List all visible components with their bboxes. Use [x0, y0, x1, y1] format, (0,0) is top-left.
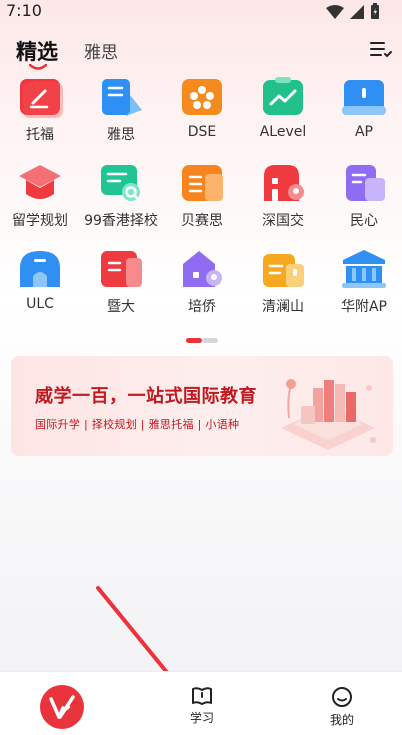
grid-label: 留学规划: [12, 213, 68, 229]
page-indicator-active: [186, 338, 202, 343]
status-bar: 7:10: [0, 0, 402, 24]
tab-featured[interactable]: 精选: [16, 36, 58, 66]
nav-me-label: 我的: [329, 713, 354, 727]
grid-item-alevel[interactable]: ALevel: [243, 76, 323, 156]
grid-label: DSE: [187, 124, 217, 140]
grid-item-dse[interactable]: DSE: [162, 76, 242, 156]
home-logo-button[interactable]: [40, 685, 84, 729]
tab-ielts[interactable]: 雅思: [84, 38, 118, 63]
grid-label: 暨大: [107, 299, 135, 315]
battery-icon: [371, 3, 379, 19]
grid-label: 民心: [350, 213, 378, 229]
grid-label: 雅思: [107, 127, 135, 143]
grid-label: 托福: [26, 127, 54, 143]
toefl-pen-icon: [17, 76, 63, 118]
status-time: 7:10: [6, 1, 42, 20]
promo-banner[interactable]: 威学一百，一站式国际教育 国际升学 | 择校规划 | 雅思托福 | 小语种: [11, 356, 393, 456]
temple-icon: [341, 248, 387, 290]
grid-item-ielts[interactable]: 雅思: [81, 76, 161, 156]
grid-item-qinglanshan[interactable]: 清澜山: [243, 248, 323, 328]
hk-flower-icon: [179, 76, 225, 118]
status-icons: [326, 3, 380, 20]
grid-item-peiqiao[interactable]: 培侨: [162, 248, 242, 328]
grid-label: ULC: [26, 296, 54, 312]
grid-item-toefl[interactable]: 托福: [0, 76, 80, 156]
page-indicator: [186, 338, 218, 344]
page-indicator-dot: [202, 338, 218, 343]
grid-label: AP: [354, 124, 374, 140]
mountain-school-icon: [260, 248, 306, 290]
building-doc-icon: [341, 162, 387, 204]
tab-active-indicator: [29, 64, 47, 70]
arch-building-icon: [17, 248, 63, 290]
chart-trend-icon: [260, 76, 306, 118]
grid-label: 华附AP: [340, 299, 388, 315]
filter-list-icon[interactable]: [368, 38, 392, 62]
grid-label: 深国交: [262, 213, 304, 229]
nav-me[interactable]: 我的: [322, 686, 362, 728]
grid-item-study-plan[interactable]: 留学规划: [0, 162, 80, 242]
nav-study[interactable]: 学习: [182, 686, 222, 726]
header: 精选 雅思: [0, 30, 402, 70]
school-location-icon: [260, 162, 306, 204]
study-book-icon: [192, 687, 212, 705]
books-illustration-icon: [281, 379, 376, 450]
school-search-icon: [98, 162, 144, 204]
grid-item-sgj[interactable]: 深国交: [243, 162, 323, 242]
banner-title: 威学一百，一站式国际教育: [35, 386, 257, 407]
grid-item-minxin[interactable]: 民心: [324, 162, 402, 242]
grid-label: 清澜山: [262, 299, 304, 315]
graduation-cap-icon: [17, 162, 63, 204]
building-icon: [179, 162, 225, 204]
grid-label: 99香港择校: [84, 213, 158, 229]
grid-item-ulc[interactable]: ULC: [0, 248, 80, 328]
grid-item-jinan[interactable]: 暨大: [81, 248, 161, 328]
grid-item-basis[interactable]: 贝赛思: [162, 162, 242, 242]
grid-item-huafu-ap[interactable]: 华附AP: [324, 248, 402, 328]
open-book-icon: [341, 76, 387, 118]
university-icon: [98, 248, 144, 290]
ielts-book-icon: [98, 76, 144, 118]
house-location-icon: [179, 248, 225, 290]
nav-study-label: 学习: [189, 711, 214, 725]
bottom-nav: 学习 我的: [0, 671, 402, 735]
smiley-profile-icon: [332, 687, 352, 707]
signal-icon: [350, 4, 364, 19]
grid-item-hk-school[interactable]: 99香港择校: [81, 162, 161, 242]
wifi-icon: [326, 4, 344, 19]
grid-label: ALevel: [259, 124, 307, 140]
grid-item-ap[interactable]: AP: [324, 76, 402, 156]
grid-label: 培侨: [188, 299, 216, 315]
grid-label: 贝赛思: [181, 213, 223, 229]
banner-subtitle: 国际升学 | 择校规划 | 雅思托福 | 小语种: [35, 418, 240, 431]
brand-logo-icon: [49, 695, 75, 719]
